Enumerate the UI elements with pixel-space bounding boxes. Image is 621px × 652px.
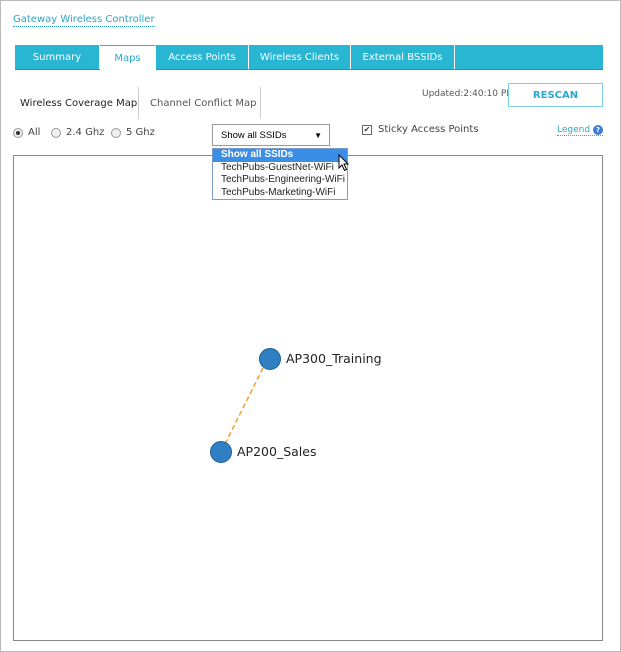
ssid-option[interactable]: TechPubs-Engineering-WiFi [213, 174, 347, 187]
radio-icon [13, 127, 23, 138]
ssid-select[interactable]: Show all SSIDs ▼ [212, 124, 330, 146]
chevron-down-icon: ▼ [314, 130, 322, 140]
tab-maps[interactable]: Maps [100, 45, 156, 71]
radio-icon [111, 127, 121, 138]
ssid-option[interactable]: TechPubs-Marketing-WiFi [213, 187, 347, 200]
ssid-select-value: Show all SSIDs [221, 129, 287, 141]
sticky-access-points-checkbox[interactable]: ✔ Sticky Access Points [362, 124, 479, 135]
tab-wireless-clients[interactable]: Wireless Clients [249, 45, 351, 69]
radio-all[interactable]: All [13, 127, 40, 138]
checkbox-checked-icon: ✔ [362, 124, 372, 135]
radio-label: 5 Ghz [126, 127, 155, 138]
tab-summary[interactable]: Summary [15, 45, 100, 69]
ap-node-ap300[interactable] [259, 348, 281, 370]
sticky-label: Sticky Access Points [378, 124, 479, 135]
main-tabs: Summary Maps Access Points Wireless Clie… [15, 45, 603, 71]
radio-label: All [28, 127, 41, 138]
ssid-option[interactable]: TechPubs-GuestNet-WiFi [213, 162, 347, 175]
tab-access-points[interactable]: Access Points [156, 45, 249, 69]
rescan-button[interactable]: RESCAN [508, 83, 603, 107]
legend-label: Legend [557, 125, 591, 135]
radio-5ghz[interactable]: 5 Ghz [111, 127, 155, 138]
page-title-link[interactable]: Gateway Wireless Controller [13, 14, 155, 27]
ap-link-line [223, 367, 264, 447]
ap-node-ap200[interactable] [210, 441, 232, 463]
ssid-option[interactable]: Show all SSIDs [213, 149, 347, 162]
ap-node-label: AP200_Sales [237, 444, 317, 459]
legend-link[interactable]: Legend? [557, 125, 604, 136]
updated-timestamp: Updated:2:40:10 PM [422, 89, 515, 99]
subtab-channel-conflict-map[interactable]: Channel Conflict Map [150, 87, 261, 119]
help-icon: ? [593, 125, 604, 135]
subtab-wireless-coverage-map[interactable]: Wireless Coverage Map [20, 87, 139, 119]
radio-2-4ghz[interactable]: 2.4 Ghz [51, 127, 104, 138]
ap-node-label: AP300_Training [286, 351, 382, 366]
tab-external-bssids[interactable]: External BSSIDs [351, 45, 455, 69]
mouse-cursor-icon [338, 154, 350, 172]
ssid-dropdown-list: Show all SSIDs TechPubs-GuestNet-WiFi Te… [212, 148, 348, 200]
radio-label: 2.4 Ghz [66, 127, 105, 138]
wireless-coverage-map[interactable]: AP300_Training AP200_Sales [13, 155, 603, 641]
radio-icon [51, 127, 61, 138]
